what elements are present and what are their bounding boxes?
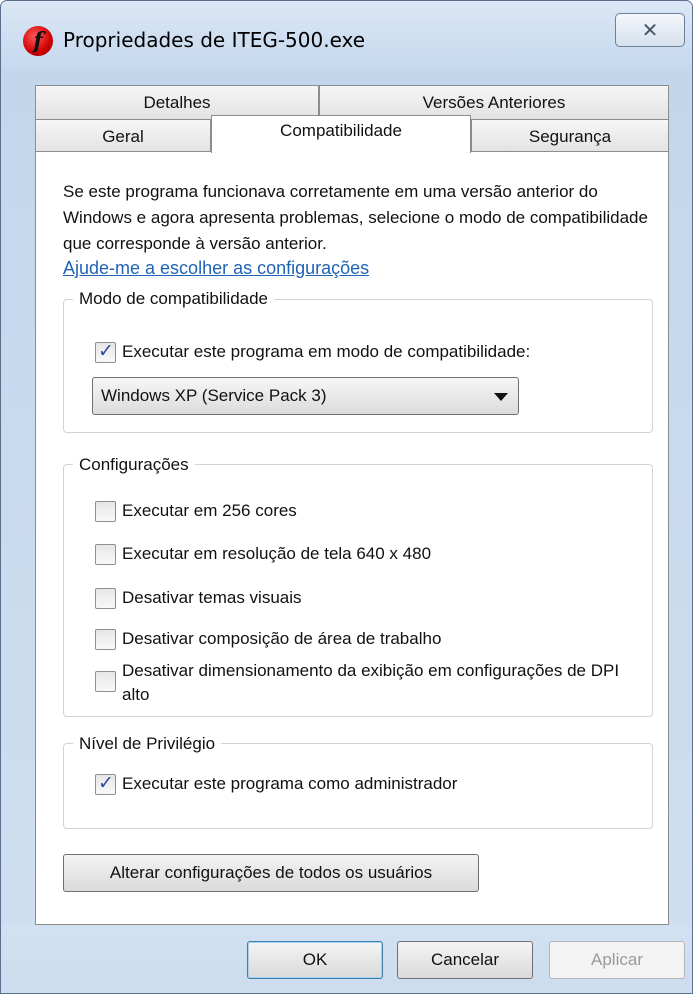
setting-visual-themes-checkbox[interactable] — [95, 588, 116, 609]
settings-title: Configurações — [73, 455, 195, 475]
title-bar[interactable]: f Propriedades de ITEG-500.exe ✕ — [1, 1, 692, 71]
compat-mode-label: Executar este programa em modo de compat… — [122, 342, 531, 361]
setting-256-colors-checkbox[interactable] — [95, 501, 116, 522]
tab-seguranca[interactable]: Segurança — [471, 119, 669, 153]
tab-compatibilidade[interactable]: Compatibilidade — [211, 115, 471, 153]
compat-mode-title: Modo de compatibilidade — [73, 289, 275, 309]
setting-640x480-row[interactable]: Executar em resolução de tela 640 x 480 — [95, 542, 431, 566]
setting-visual-themes-label: Desativar temas visuais — [122, 588, 302, 607]
setting-dpi-scaling-row[interactable]: Desativar dimensionamento da exibição em… — [95, 659, 643, 707]
properties-dialog: f Propriedades de ITEG-500.exe ✕ Detalhe… — [0, 0, 693, 994]
intro-text: Se este programa funcionava corretamente… — [63, 182, 648, 253]
close-button[interactable]: ✕ — [615, 13, 685, 47]
dropdown-arrow-icon — [494, 393, 508, 401]
compat-mode-row[interactable]: Executar este programa em modo de compat… — [95, 340, 530, 364]
privilege-title: Nível de Privilégio — [73, 734, 222, 754]
setting-desktop-composition-row[interactable]: Desativar composição de área de trabalho — [95, 627, 441, 651]
cancel-button[interactable]: Cancelar — [397, 941, 533, 979]
privilege-admin-row[interactable]: Executar este programa como administrado… — [95, 772, 457, 796]
tab-detalhes[interactable]: Detalhes — [35, 85, 319, 119]
compat-os-select[interactable]: Windows XP (Service Pack 3) — [92, 377, 519, 415]
setting-256-colors-row[interactable]: Executar em 256 cores — [95, 499, 297, 523]
ok-button[interactable]: OK — [247, 941, 383, 979]
setting-640x480-checkbox[interactable] — [95, 544, 116, 565]
tab-versoes-anteriores[interactable]: Versões Anteriores — [319, 85, 669, 119]
setting-640x480-label: Executar em resolução de tela 640 x 480 — [122, 544, 432, 563]
setting-dpi-scaling-label: Desativar dimensionamento da exibição em… — [122, 661, 620, 704]
privilege-admin-checkbox[interactable] — [95, 772, 116, 795]
setting-visual-themes-row[interactable]: Desativar temas visuais — [95, 586, 302, 610]
setting-desktop-composition-label: Desativar composição de área de trabalho — [122, 629, 442, 648]
apply-button[interactable]: Aplicar — [549, 941, 685, 979]
help-link[interactable]: Ajude-me a escolher as configurações — [63, 258, 369, 279]
app-icon: f — [23, 26, 53, 56]
setting-dpi-scaling-checkbox[interactable] — [95, 671, 116, 692]
privilege-admin-label: Executar este programa como administrado… — [122, 774, 458, 793]
tab-geral[interactable]: Geral — [35, 119, 211, 153]
compat-os-selected: Windows XP (Service Pack 3) — [101, 386, 327, 405]
change-all-users-button[interactable]: Alterar configurações de todos os usuári… — [63, 854, 479, 892]
compat-mode-checkbox[interactable] — [95, 340, 116, 363]
setting-256-colors-label: Executar em 256 cores — [122, 501, 297, 520]
setting-desktop-composition-checkbox[interactable] — [95, 629, 116, 650]
window-title: Propriedades de ITEG-500.exe — [63, 28, 366, 52]
